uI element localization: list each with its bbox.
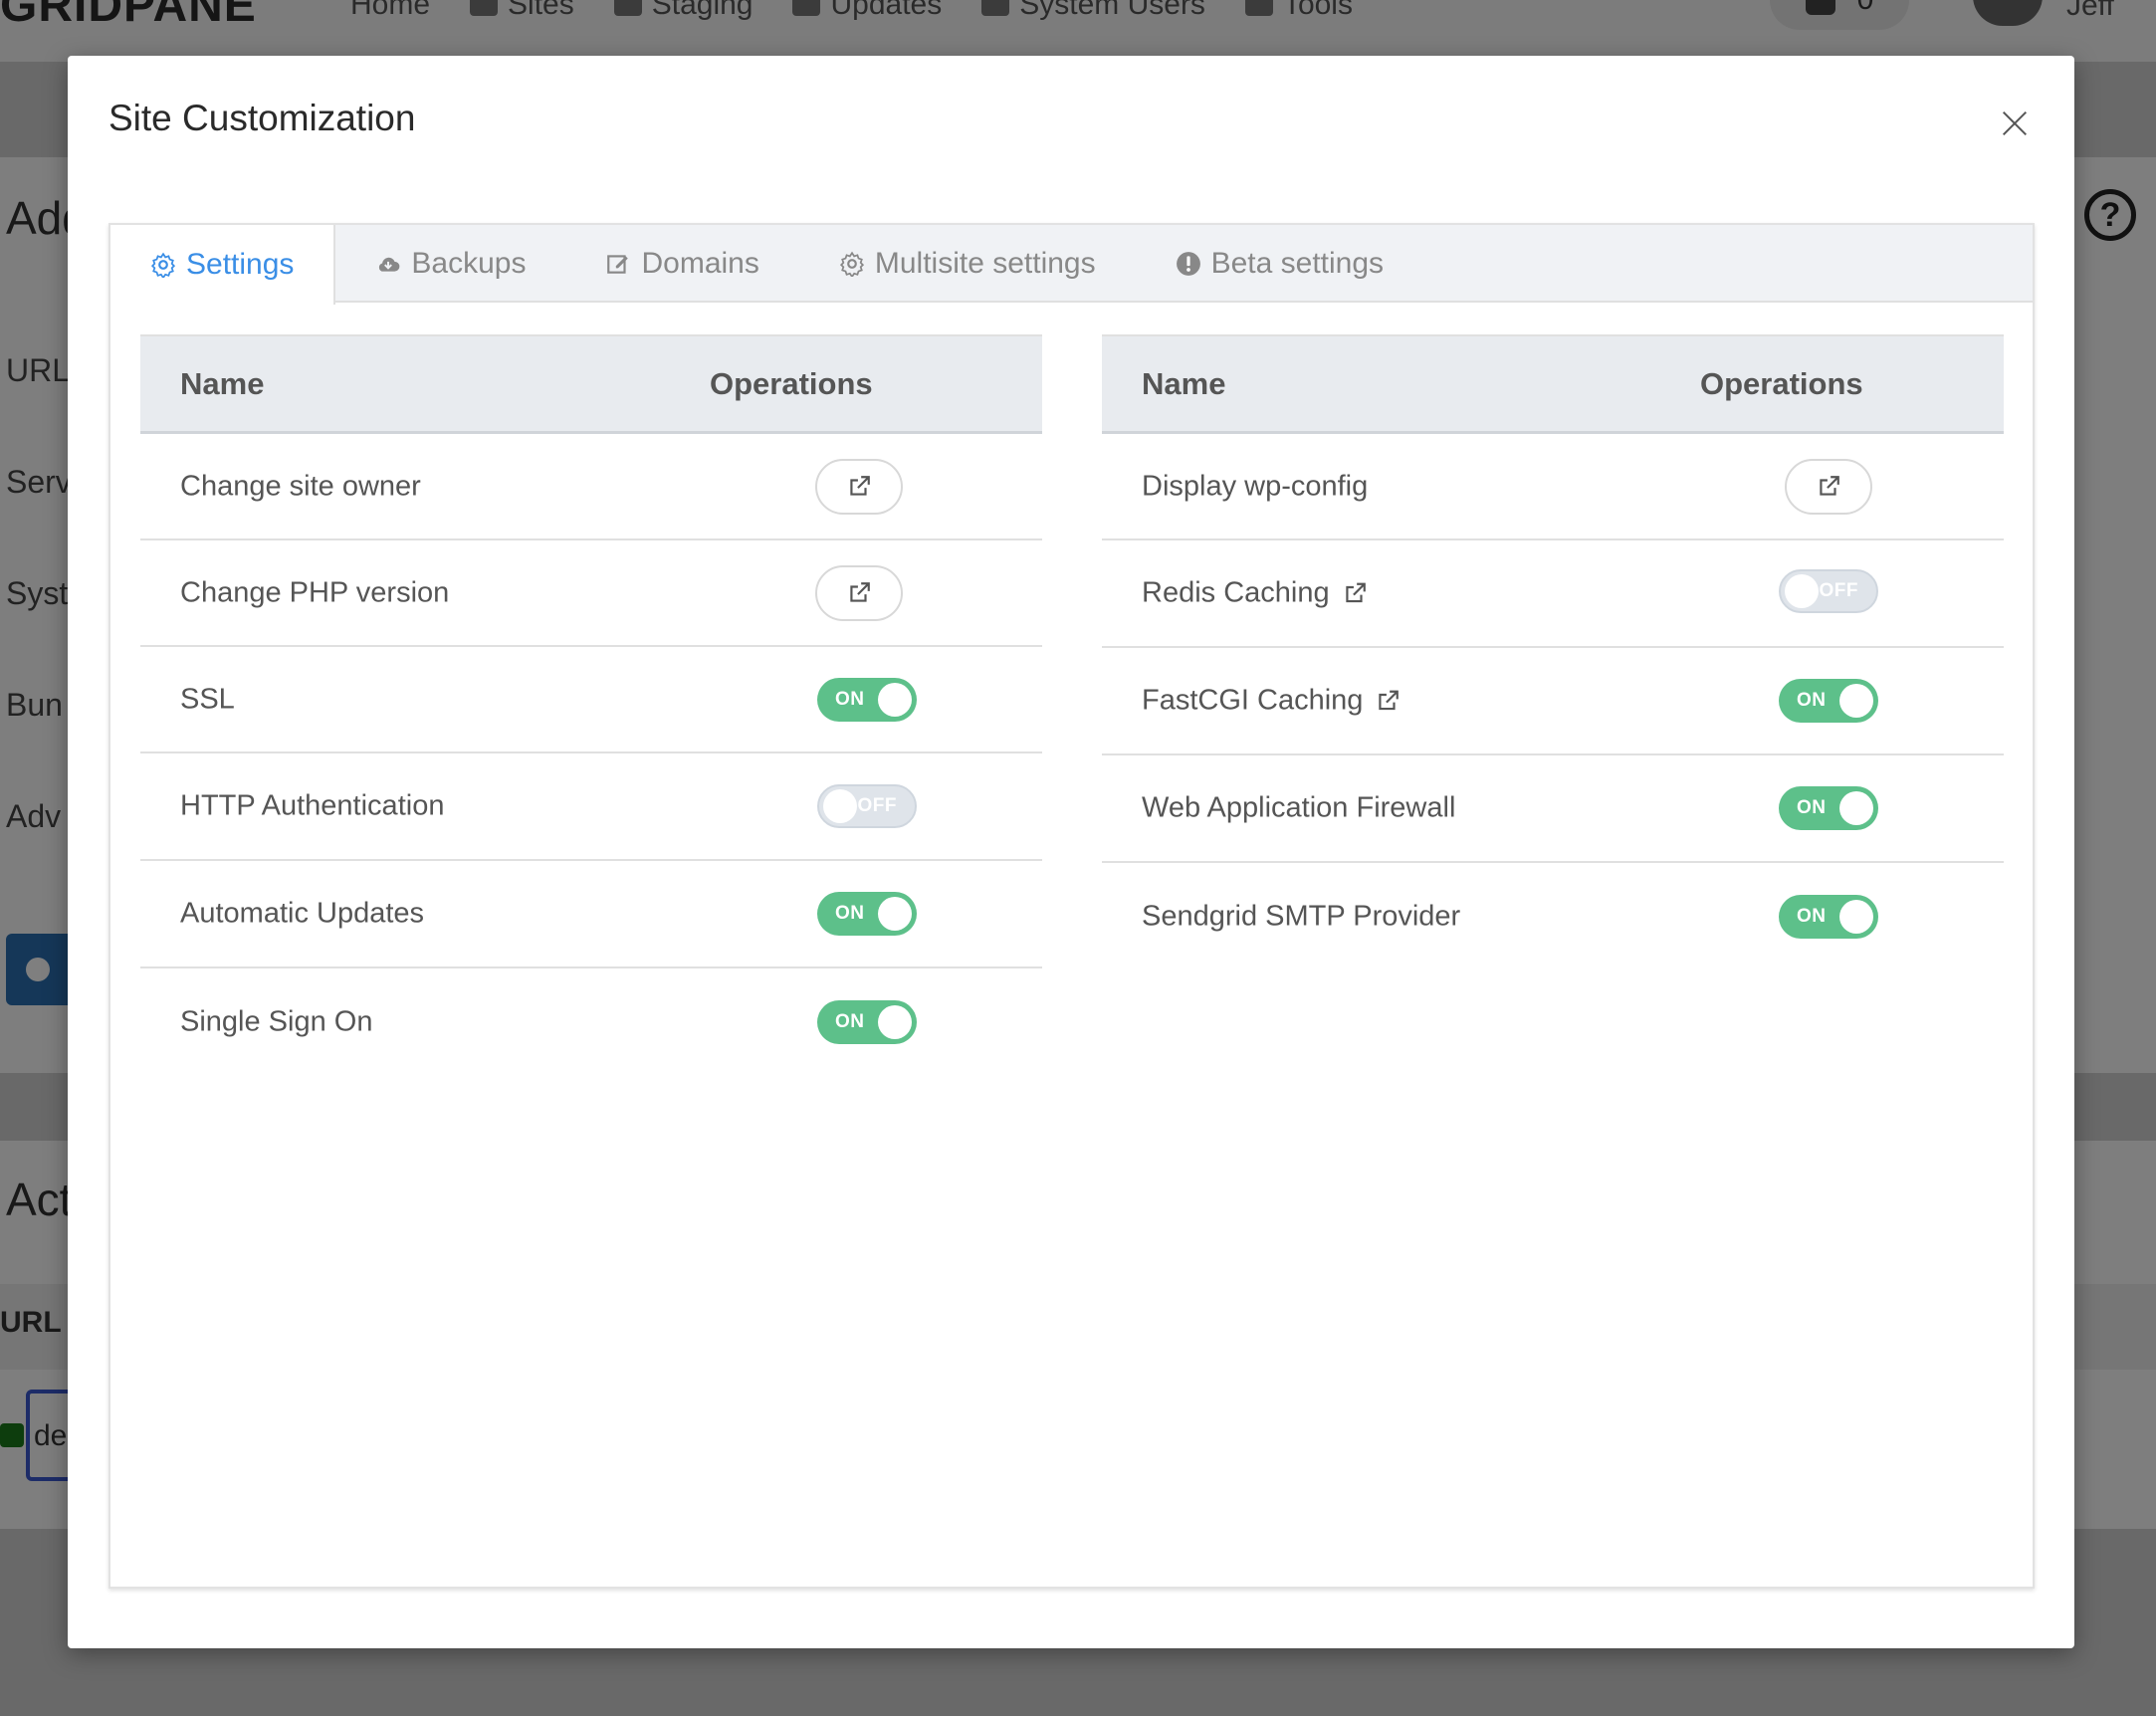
table-row: Change PHP version xyxy=(140,540,1042,647)
row-label: Display wp-config xyxy=(1142,470,1369,502)
toggle-state: ON xyxy=(835,688,865,710)
table-row: Single Sign On ON xyxy=(140,968,1042,1075)
row-label: FastCGI Caching xyxy=(1142,685,1401,718)
change-php-version-button[interactable] xyxy=(815,564,903,621)
external-link-icon[interactable] xyxy=(1375,688,1401,714)
display-wp-config-button[interactable] xyxy=(1785,458,1872,515)
table-row: Change site owner xyxy=(140,434,1042,540)
external-link-icon xyxy=(850,581,870,602)
table-row: Sendgrid SMTP Provider ON xyxy=(1102,863,2004,969)
toggle-knob xyxy=(823,789,857,823)
external-link-icon xyxy=(1820,475,1839,496)
external-link-icon[interactable] xyxy=(1342,580,1368,606)
tab-label: Backups xyxy=(411,247,527,280)
table-row: Display wp-config xyxy=(1102,434,2004,540)
row-label: HTTP Authentication xyxy=(180,789,445,822)
modal-title: Site Customization xyxy=(108,98,416,138)
sendgrid-smtp-provider-toggle[interactable]: ON xyxy=(1779,894,1878,939)
ssl-toggle[interactable]: ON xyxy=(817,677,917,722)
external-link-icon xyxy=(850,475,870,496)
toggle-state: ON xyxy=(1797,690,1827,711)
toggle-state: ON xyxy=(835,903,865,924)
toggle-knob xyxy=(878,1004,912,1039)
row-label: SSL xyxy=(180,683,235,715)
site-customization-modal: Site Customization Settings Backups Doma… xyxy=(68,56,2074,1648)
tab-label: Beta settings xyxy=(1210,247,1385,280)
row-label: Change site owner xyxy=(180,470,421,502)
edit-icon xyxy=(607,255,629,274)
toggle-state: OFF xyxy=(857,795,897,816)
tab-label: Domains xyxy=(641,247,759,280)
toggle-state: OFF xyxy=(1819,580,1858,601)
settings-table-left: Name Operations Change site owner Change… xyxy=(140,334,1042,1075)
toggle-knob xyxy=(878,897,912,931)
toggle-knob xyxy=(1785,574,1819,608)
table-row: FastCGI Caching ON xyxy=(1102,648,2004,755)
row-label: Web Application Firewall xyxy=(1142,791,1456,824)
redis-caching-toggle[interactable]: OFF xyxy=(1779,569,1878,613)
automatic-updates-toggle[interactable]: ON xyxy=(817,892,917,936)
web-application-firewall-toggle[interactable]: ON xyxy=(1779,786,1878,830)
tab-label: Multisite settings xyxy=(874,247,1096,280)
table-header: Name Operations xyxy=(140,334,1042,434)
toggle-knob xyxy=(878,682,912,717)
single-sign-on-toggle[interactable]: ON xyxy=(817,999,917,1044)
tab-bar: Settings Backups Domains Multisite setti… xyxy=(110,225,2033,305)
table-row: Web Application Firewall ON xyxy=(1102,755,2004,863)
row-label-text: FastCGI Caching xyxy=(1142,684,1364,717)
column-header-name: Name xyxy=(1142,365,1226,401)
tab-domains[interactable]: Domains xyxy=(565,225,798,303)
table-row: SSL ON xyxy=(140,647,1042,753)
tab-settings[interactable]: Settings xyxy=(110,225,336,305)
toggle-knob xyxy=(1839,791,1873,825)
row-label-text: Redis Caching xyxy=(1142,576,1330,609)
toggle-state: ON xyxy=(835,1010,865,1032)
table-header: Name Operations xyxy=(1102,334,2004,434)
tab-panel: Settings Backups Domains Multisite setti… xyxy=(108,223,2035,1589)
fastcgi-caching-toggle[interactable]: ON xyxy=(1779,679,1878,723)
toggle-knob xyxy=(1839,684,1873,718)
table-row: Redis Caching OFF xyxy=(1102,540,2004,648)
row-label: Redis Caching xyxy=(1142,577,1368,610)
toggle-knob xyxy=(1839,899,1873,934)
settings-table-right: Name Operations Display wp-config Redis … xyxy=(1102,334,2004,969)
tab-label: Settings xyxy=(186,248,295,281)
toggle-state: ON xyxy=(1797,797,1827,818)
column-header-operations: Operations xyxy=(710,365,873,401)
table-row: HTTP Authentication OFF xyxy=(140,753,1042,861)
exclamation-icon xyxy=(1176,252,1200,276)
row-label: Single Sign On xyxy=(180,1005,373,1037)
close-icon[interactable] xyxy=(1995,104,2035,143)
tab-backups[interactable]: Backups xyxy=(335,225,565,303)
gear-icon xyxy=(150,252,176,278)
cloud-icon xyxy=(379,257,400,272)
gear-icon xyxy=(839,251,864,277)
row-label: Automatic Updates xyxy=(180,897,425,930)
http-authentication-toggle[interactable]: OFF xyxy=(817,784,917,828)
table-row: Automatic Updates ON xyxy=(140,861,1042,968)
toggle-state: ON xyxy=(1797,905,1827,927)
change-site-owner-button[interactable] xyxy=(815,458,903,515)
tab-beta-settings[interactable]: Beta settings xyxy=(1136,225,1423,303)
row-label: Change PHP version xyxy=(180,576,450,608)
column-header-operations: Operations xyxy=(1700,365,1863,401)
tab-multisite-settings[interactable]: Multisite settings xyxy=(799,225,1136,303)
column-header-name: Name xyxy=(180,365,265,401)
row-label: Sendgrid SMTP Provider xyxy=(1142,900,1461,932)
